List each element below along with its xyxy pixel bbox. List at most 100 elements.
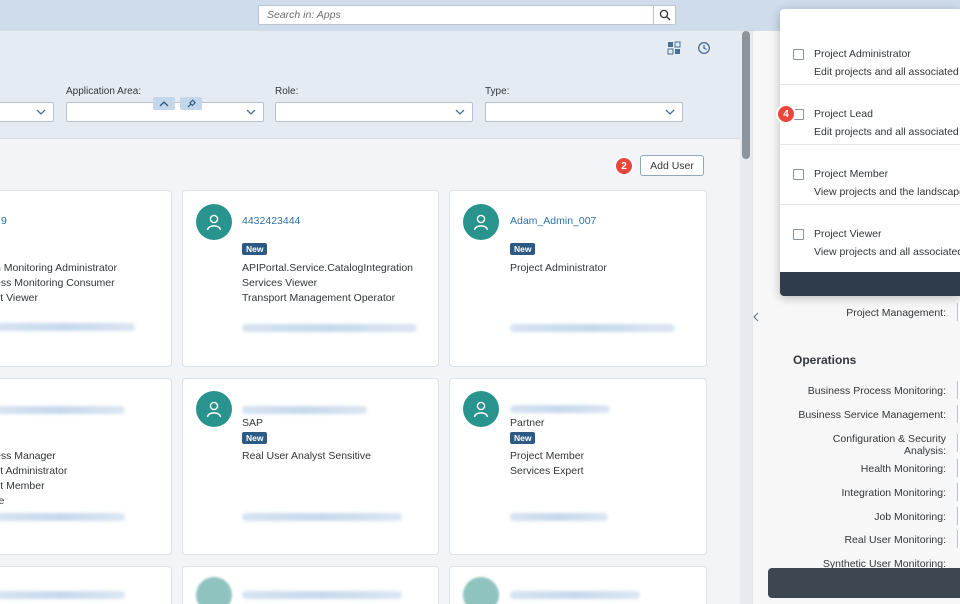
user-company: SAP — [242, 417, 264, 429]
option-description: View projects and all associated — [814, 246, 960, 258]
role-text: re — [0, 494, 67, 509]
pin-header-button[interactable] — [180, 97, 202, 110]
role-text: ct Viewer — [0, 292, 38, 304]
type-label: Type: — [485, 86, 510, 97]
panel-collapse-handle[interactable] — [752, 300, 760, 334]
avatar — [196, 577, 232, 604]
user-name[interactable]: 9 — [1, 215, 7, 227]
role-label: Role: — [275, 86, 299, 97]
option-title: Project Member — [814, 168, 889, 180]
collapse-header-button[interactable] — [153, 97, 175, 110]
dropdown-option-project-member[interactable]: Project Member View projects and the lan… — [780, 145, 960, 205]
user-name[interactable]: 4432423444 — [242, 215, 300, 227]
operation-label: Real User Monitoring: — [844, 534, 946, 546]
role-text: Project Administrator — [510, 262, 607, 274]
dropdown-footer — [780, 272, 960, 296]
checkbox[interactable] — [793, 49, 804, 60]
panel-footer-bar — [768, 568, 960, 598]
user-card[interactable] — [449, 566, 707, 604]
new-badge: New — [242, 432, 268, 444]
user-card[interactable]: ess Manager ct Administrator ct Member r… — [0, 378, 172, 555]
option-title: Project Viewer — [814, 228, 882, 240]
user-roles: Project Member Services Expert — [510, 449, 584, 479]
redacted-email — [242, 513, 402, 521]
add-user-button[interactable]: Add User — [640, 155, 704, 176]
redacted-email — [510, 513, 608, 521]
operation-label: Job Monitoring: — [874, 511, 946, 523]
user-card[interactable]: 9 h Monitoring Administrator ess Monitor… — [0, 190, 172, 367]
role-text: ess Manager — [0, 450, 56, 462]
person-icon — [206, 214, 222, 231]
user-card[interactable] — [0, 566, 172, 604]
person-icon — [473, 401, 489, 418]
user-roles: APIPortal.Service.CatalogIntegration Ser… — [242, 261, 413, 306]
application-area-label: Application Area: — [66, 86, 142, 97]
filter-bar: Application Area: Role: Type: — [0, 31, 740, 139]
operation-label: Configuration & Security Analysis: — [832, 433, 946, 457]
history-icon[interactable] — [697, 41, 711, 55]
user-roles: ess Manager ct Administrator ct Member r… — [0, 449, 67, 509]
step-marker: 4 — [776, 104, 796, 124]
scrollbar-thumb[interactable] — [742, 31, 750, 159]
role-text: h Monitoring Administrator — [0, 262, 117, 274]
operation-label: Business Service Management: — [798, 409, 946, 421]
dropdown-option-project-viewer[interactable]: Project Viewer View projects and all ass… — [780, 205, 960, 265]
checkbox[interactable] — [793, 229, 804, 240]
redacted-email — [0, 323, 135, 331]
checkbox[interactable] — [793, 169, 804, 180]
avatar — [463, 577, 499, 604]
new-badge: New — [242, 243, 268, 255]
operation-label: Health Monitoring: — [860, 463, 946, 475]
option-title: Project Administrator — [814, 48, 911, 60]
user-roles: Real User Analyst Sensitive — [242, 449, 371, 464]
user-card[interactable]: SAP New Real User Analyst Sensitive — [182, 378, 439, 555]
option-description: Edit projects and all associated — [814, 126, 959, 138]
role-text: APIPortal.Service.CatalogIntegration — [242, 262, 414, 274]
role-text: ess Monitoring Consumer — [0, 277, 115, 289]
new-badge: New — [510, 243, 536, 255]
role-text: ct Member — [0, 480, 45, 492]
person-icon — [206, 401, 222, 418]
redacted-email — [510, 324, 675, 332]
search-icon — [659, 9, 670, 21]
option-description: View projects and the landscape — [814, 186, 960, 198]
user-card[interactable]: 4432423444 New APIPortal.Service.Catalog… — [182, 190, 439, 367]
dropdown-option-project-lead[interactable]: Project Lead Edit projects and all assoc… — [780, 85, 960, 145]
filter-select-1[interactable] — [0, 102, 54, 122]
option-title: Project Lead — [814, 108, 873, 120]
chevron-up-icon — [159, 100, 169, 106]
user-card[interactable]: Adam_Admin_007 New Project Administrator — [449, 190, 707, 367]
operation-label: Business Process Monitoring: — [807, 385, 946, 397]
redacted-name — [242, 591, 402, 599]
person-icon — [473, 214, 489, 231]
share-icon[interactable] — [667, 41, 681, 55]
chevron-down-icon — [246, 109, 256, 115]
role-text: Transport Management Operator — [242, 292, 396, 304]
role-text: ct Administrator — [0, 465, 68, 477]
project-role-dropdown: Project Administrator Edit projects and … — [780, 9, 960, 296]
project-management-label: Project Management: — [846, 307, 946, 319]
operations-title: Operations — [793, 353, 857, 367]
redacted-email — [0, 513, 125, 521]
search-input[interactable] — [259, 6, 654, 24]
user-name[interactable]: Adam_Admin_007 — [510, 215, 596, 227]
redacted-email — [242, 324, 417, 332]
avatar — [463, 204, 499, 240]
role-text: Services Viewer — [242, 277, 318, 289]
chevron-left-icon — [753, 312, 759, 322]
avatar — [196, 391, 232, 427]
user-card[interactable] — [182, 566, 439, 604]
user-roles: h Monitoring Administrator ess Monitorin… — [0, 261, 117, 306]
new-badge: New — [510, 432, 536, 444]
redacted-name — [242, 406, 367, 414]
user-roles: Project Administrator — [510, 261, 607, 276]
redacted-name — [510, 405, 610, 413]
user-card[interactable]: Partner New Project Member Services Expe… — [449, 378, 707, 555]
type-select[interactable] — [485, 102, 683, 122]
operation-label: Integration Monitoring: — [841, 487, 946, 499]
role-text: Project Member — [510, 450, 585, 462]
redacted-name — [510, 591, 640, 599]
search-button[interactable] — [653, 6, 675, 24]
dropdown-option-project-administrator[interactable]: Project Administrator Edit projects and … — [780, 25, 960, 85]
role-select[interactable] — [275, 102, 473, 122]
